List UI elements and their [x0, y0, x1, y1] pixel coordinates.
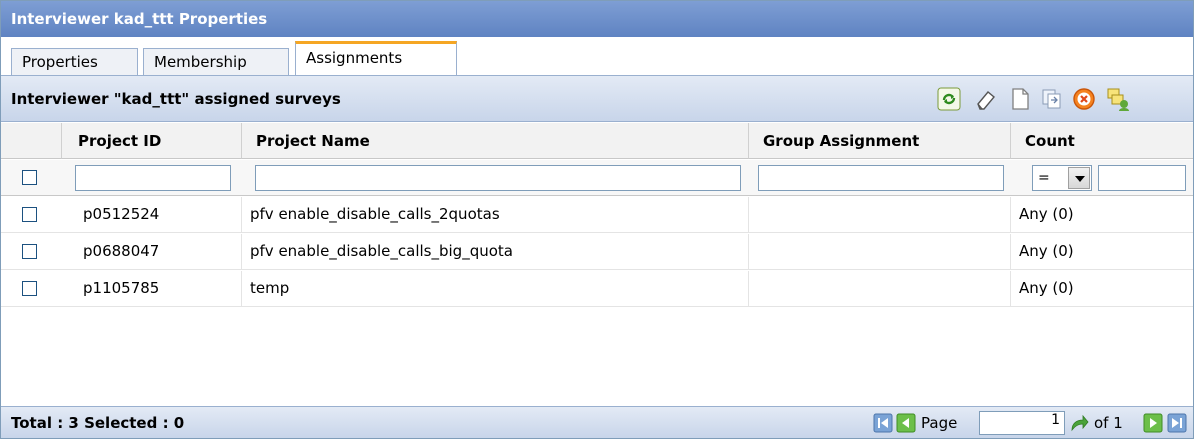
selection-summary: Total : 3 Selected : 0 — [11, 414, 185, 432]
group-assignment-cell — [749, 271, 1011, 307]
filter-row: = — [1, 160, 1193, 196]
column-header-project-name[interactable]: Project Name — [242, 123, 749, 159]
row-checkbox[interactable] — [22, 281, 37, 296]
tab-assignments[interactable]: Assignments — [295, 41, 457, 76]
project-id-cell: p0512524 — [62, 197, 242, 233]
cancel-icon[interactable] — [1071, 86, 1097, 112]
count-operator-value: = — [1038, 170, 1050, 186]
project-id-filter[interactable] — [75, 165, 231, 191]
project-id-cell: p1105785 — [62, 271, 242, 307]
count-filter[interactable] — [1098, 165, 1186, 191]
first-page-icon[interactable] — [873, 413, 893, 433]
next-page-icon[interactable] — [1143, 413, 1163, 433]
eraser-icon[interactable] — [973, 86, 999, 112]
count-cell: Any (0) — [1019, 279, 1074, 297]
row-checkbox[interactable] — [22, 207, 37, 222]
tab-strip: Properties Membership Assignments — [1, 38, 1193, 76]
refresh-icon[interactable] — [936, 86, 962, 112]
project-name-filter[interactable] — [255, 165, 741, 191]
status-bar: Total : 3 Selected : 0 Page 1 of 1 — [1, 406, 1193, 438]
toolbar-title: Interviewer "kad_ttt" assigned surveys — [11, 90, 341, 108]
column-header-project-id[interactable]: Project ID — [62, 123, 242, 159]
table-row[interactable]: p1105785 temp Any (0) — [1, 271, 1193, 307]
select-all-checkbox[interactable] — [22, 170, 37, 185]
project-name-cell: pfv enable_disable_calls_2quotas — [242, 197, 749, 233]
tab-properties[interactable]: Properties — [11, 48, 138, 76]
window-title: Interviewer kad_ttt Properties — [1, 1, 1193, 37]
copy-icon[interactable] — [1039, 86, 1065, 112]
assign-icon[interactable] — [1105, 86, 1131, 112]
chevron-down-icon[interactable] — [1068, 167, 1090, 189]
column-header-count[interactable]: Count — [1011, 123, 1193, 159]
project-name-cell: pfv enable_disable_calls_big_quota — [242, 234, 749, 270]
group-assignment-cell — [749, 197, 1011, 233]
page-label: Page — [921, 414, 958, 432]
count-cell: Any (0) — [1019, 242, 1074, 260]
new-page-icon[interactable] — [1007, 86, 1033, 112]
project-id-cell: p0688047 — [62, 234, 242, 270]
grid-toolbar: Interviewer "kad_ttt" assigned surveys — [1, 76, 1193, 122]
tab-membership[interactable]: Membership — [143, 48, 289, 76]
last-page-icon[interactable] — [1167, 413, 1187, 433]
page-number-input[interactable]: 1 — [979, 411, 1065, 435]
table-row[interactable]: p0688047 pfv enable_disable_calls_big_qu… — [1, 234, 1193, 270]
table-row[interactable]: p0512524 pfv enable_disable_calls_2quota… — [1, 197, 1193, 233]
group-assignment-filter[interactable] — [758, 165, 1004, 191]
count-operator-select[interactable]: = — [1032, 165, 1092, 191]
project-name-cell: temp — [242, 271, 749, 307]
go-to-page-icon[interactable] — [1069, 413, 1091, 433]
previous-page-icon[interactable] — [896, 413, 916, 433]
select-column-header — [1, 123, 62, 159]
column-header-group-assignment[interactable]: Group Assignment — [749, 123, 1011, 159]
count-cell: Any (0) — [1019, 205, 1074, 223]
group-assignment-cell — [749, 234, 1011, 270]
properties-window: Interviewer kad_ttt Properties Propertie… — [0, 0, 1194, 439]
page-count-label: of 1 — [1094, 414, 1123, 432]
row-checkbox[interactable] — [22, 244, 37, 259]
